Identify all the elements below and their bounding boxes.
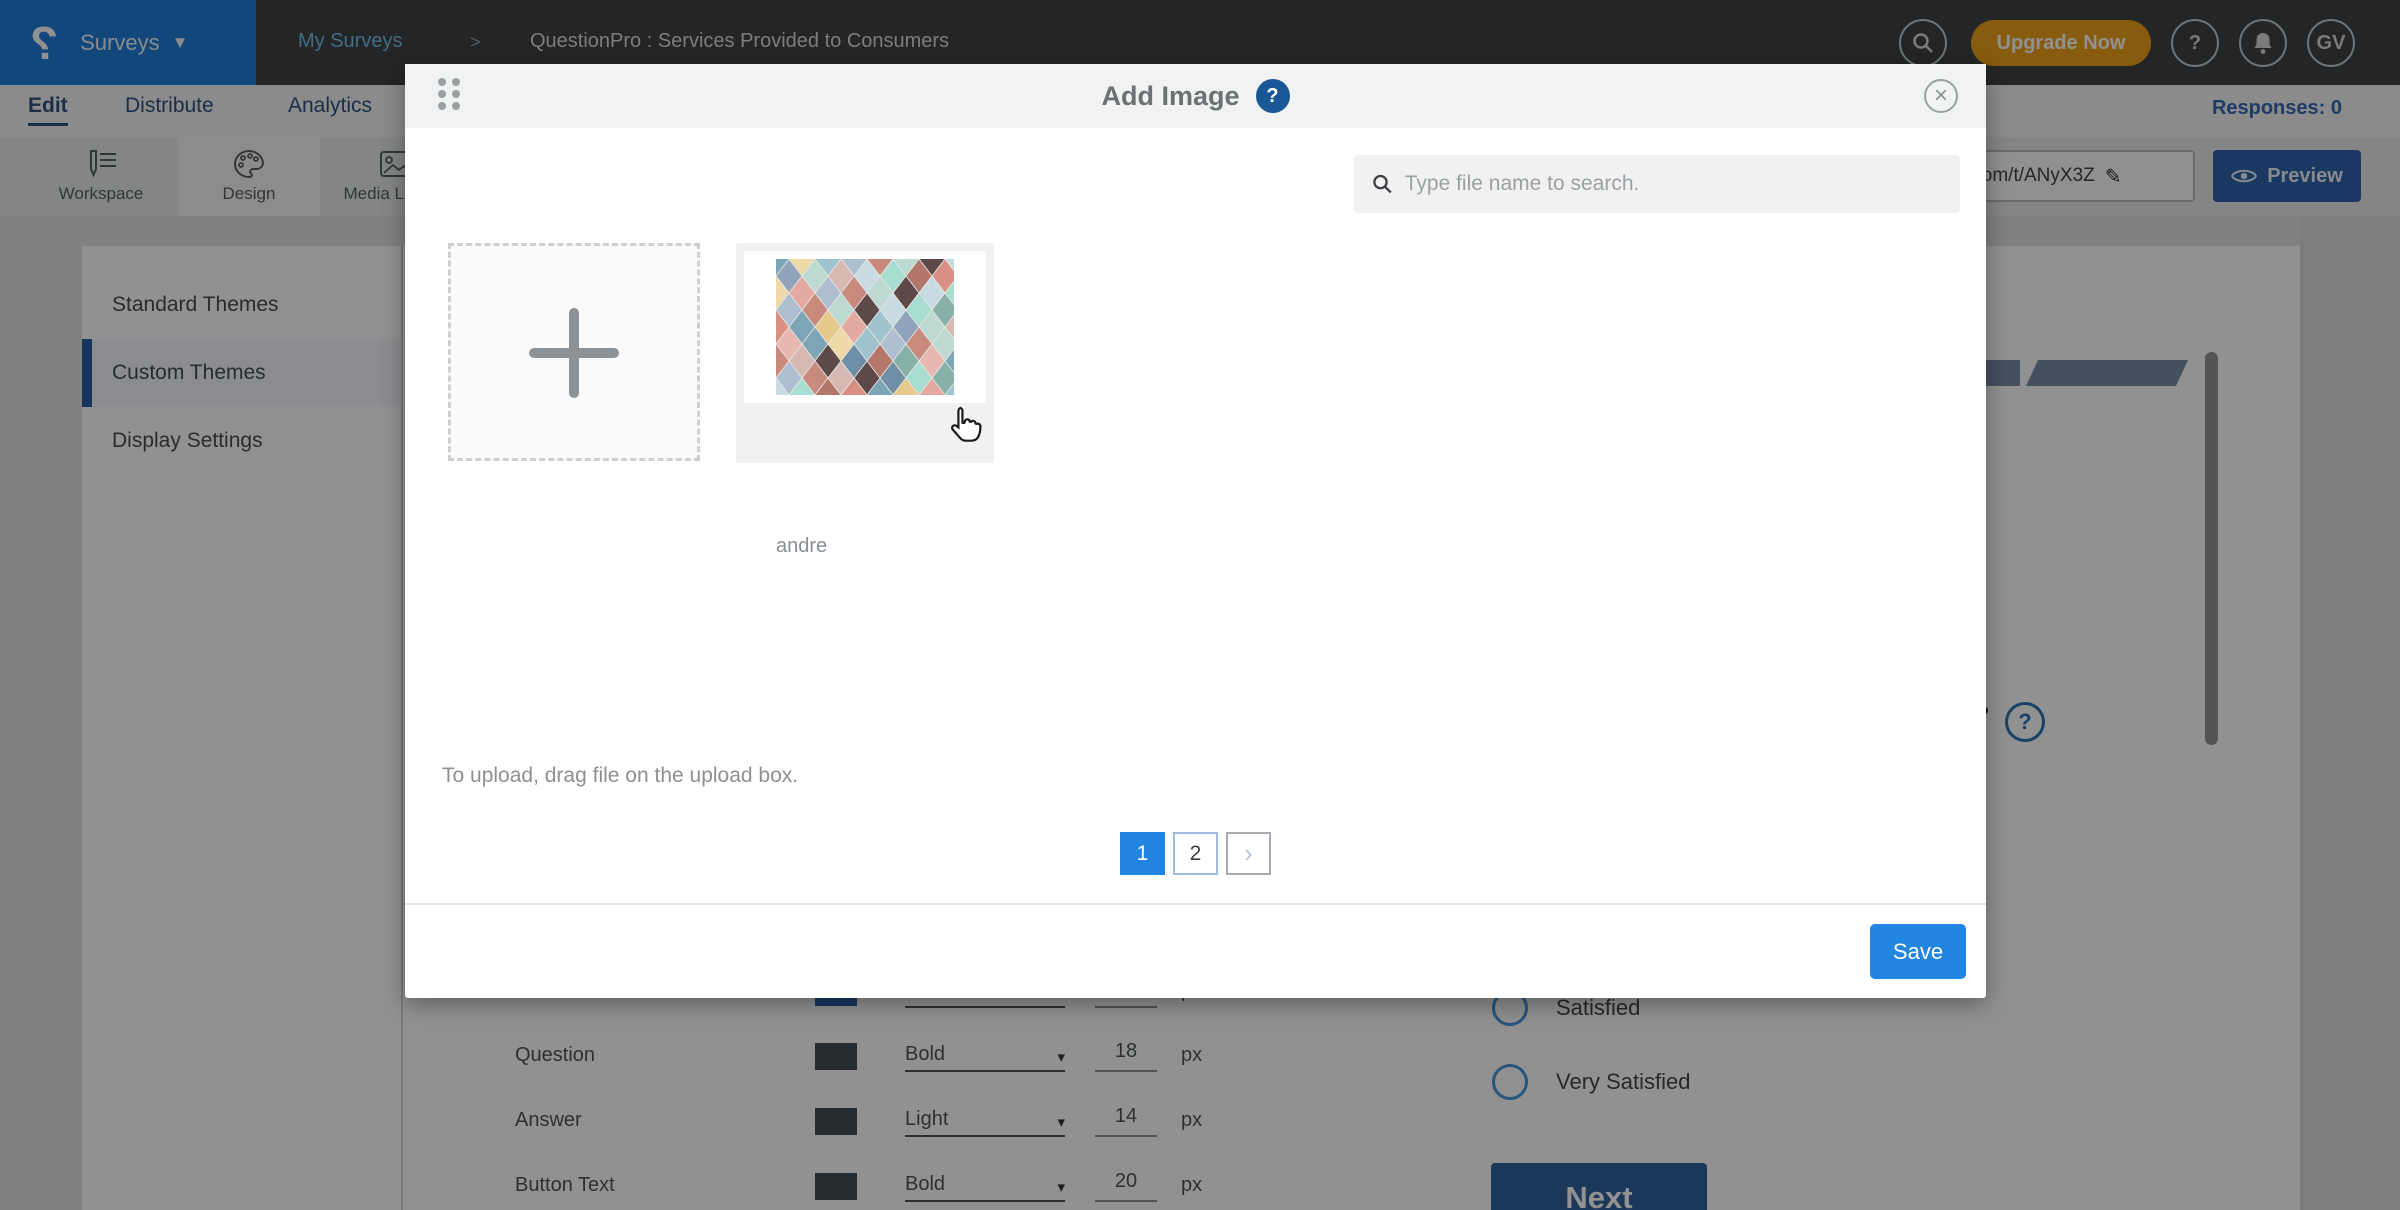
page-button-1[interactable]: 1 [1120, 832, 1165, 875]
upload-hint-text: To upload, drag file on the upload box. [442, 764, 798, 788]
pagination: 1 2 › [405, 832, 1986, 875]
save-button[interactable]: Save [1870, 924, 1966, 979]
modal-title: Add Image [1101, 81, 1239, 112]
hand-cursor-icon [941, 404, 985, 448]
question-glyph: ? [1266, 85, 1278, 108]
next-page-button[interactable]: › [1226, 832, 1271, 875]
app-screen: ? Surveys ▼ My Surveys > QuestionPro : S… [0, 0, 2400, 1210]
footer-divider [405, 903, 1986, 905]
upload-dropzone[interactable] [448, 243, 700, 461]
file-search-box[interactable] [1354, 155, 1960, 213]
close-glyph: × [1934, 82, 1948, 109]
plus-icon [529, 348, 619, 358]
close-icon[interactable]: × [1924, 79, 1958, 113]
image-name-label: andre [776, 535, 827, 558]
image-thumbnail [744, 251, 986, 403]
add-image-modal: Add Image ? × andre [405, 64, 1986, 998]
chevron-right-icon: › [1244, 838, 1253, 869]
save-label: Save [1893, 939, 1943, 965]
search-input[interactable] [1405, 172, 1942, 196]
mosaic-photo [776, 259, 954, 395]
modal-header: Add Image ? [405, 64, 1986, 128]
search-icon [1372, 173, 1393, 195]
drag-handle-icon[interactable] [438, 78, 464, 114]
modal-help-icon[interactable]: ? [1256, 79, 1290, 113]
page-button-2[interactable]: 2 [1173, 832, 1218, 875]
